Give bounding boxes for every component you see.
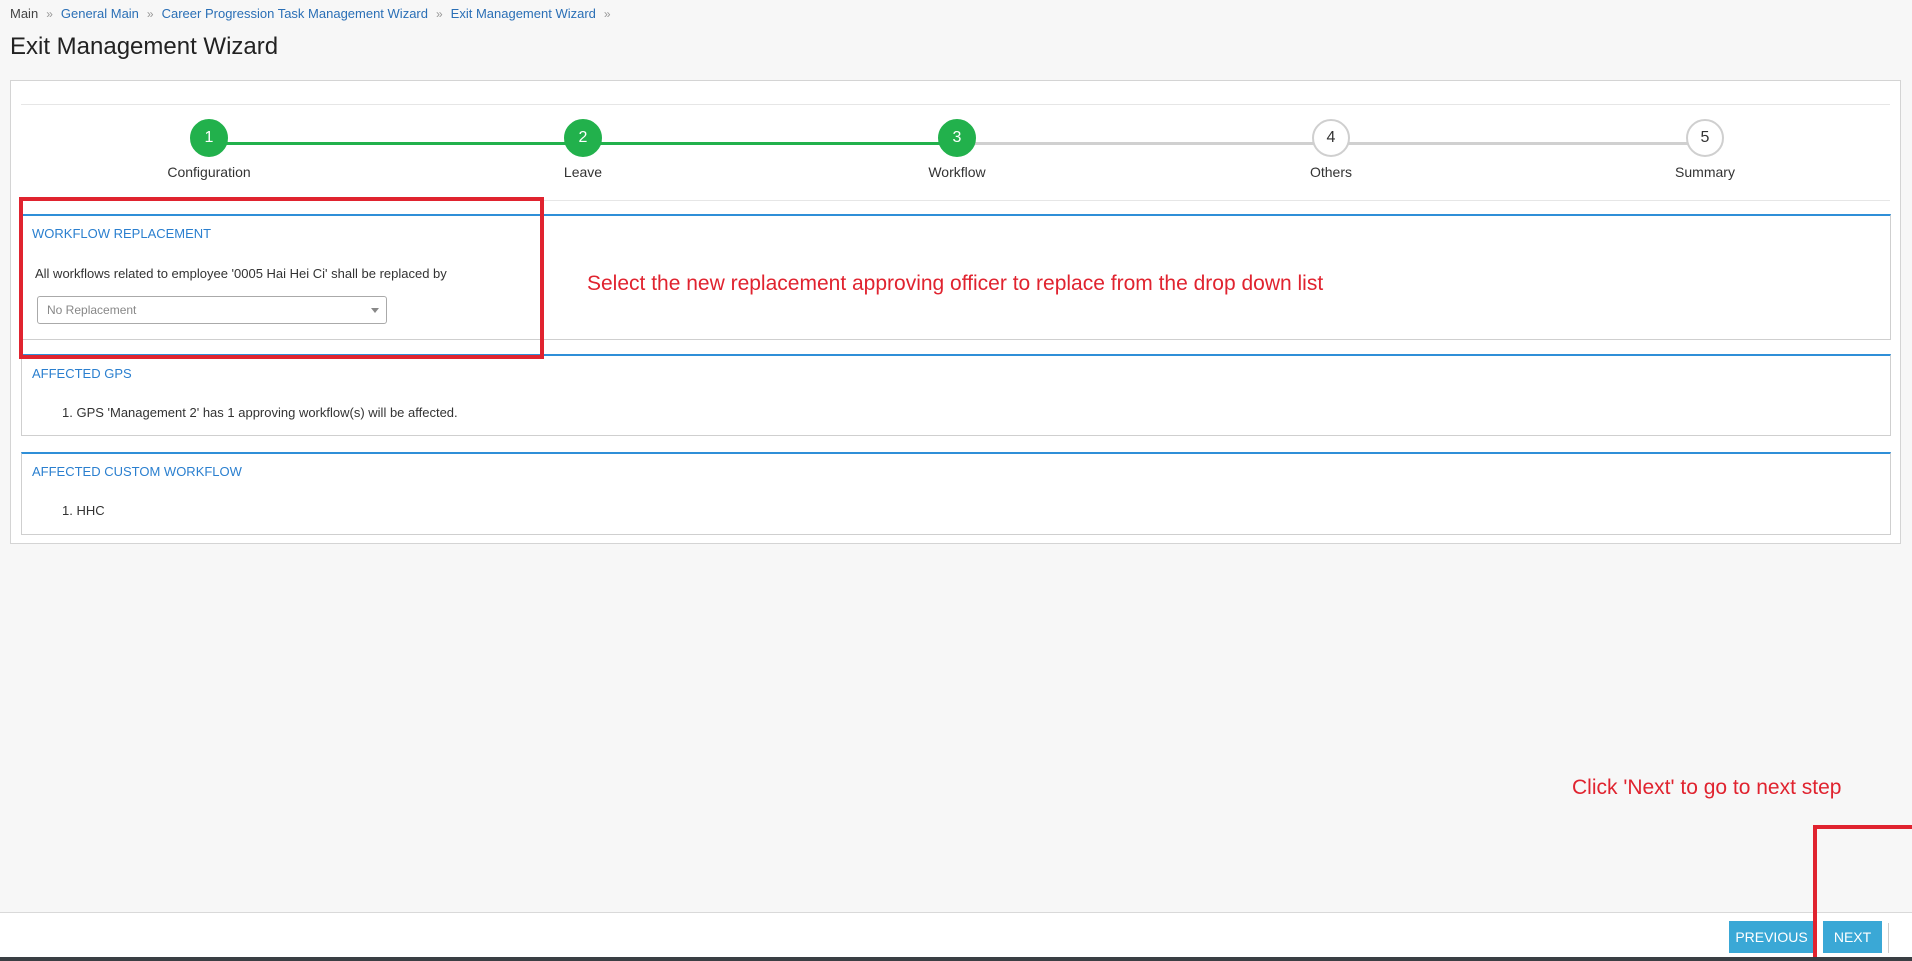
annotation-highlight-select: [19, 197, 544, 359]
breadcrumb-exit-management[interactable]: Exit Management Wizard: [451, 6, 596, 21]
affected-custom-workflow-section: AFFECTED CUSTOM WORKFLOW 1. HHC: [21, 452, 1891, 535]
annotation-select-hint: Select the new replacement approving off…: [587, 272, 1324, 295]
step-circle: 3: [938, 119, 976, 157]
list-item: 1. GPS 'Management 2' has 1 approving wo…: [62, 405, 458, 420]
step-label: Leave: [563, 164, 603, 180]
step-circle: 1: [190, 119, 228, 157]
step-label: Others: [1309, 164, 1352, 180]
section-title: AFFECTED CUSTOM WORKFLOW: [32, 464, 242, 479]
wizard-step-workflow[interactable]: 3 Workflow: [887, 119, 1027, 180]
previous-button[interactable]: PREVIOUS: [1729, 921, 1814, 953]
breadcrumb-separator: »: [146, 6, 154, 21]
breadcrumb-general-main[interactable]: General Main: [61, 6, 139, 21]
list-item: 1. HHC: [62, 503, 105, 518]
step-label: Configuration: [167, 164, 251, 180]
affected-gps-section: AFFECTED GPS 1. GPS 'Management 2' has 1…: [21, 354, 1891, 436]
wizard-footer: PREVIOUS NEXT: [0, 912, 1912, 961]
wizard-step-others[interactable]: 4 Others: [1261, 119, 1401, 180]
breadcrumb-main[interactable]: Main: [10, 6, 38, 21]
annotation-highlight-next: [1813, 825, 1912, 961]
step-label: Summary: [1675, 164, 1735, 180]
step-circle: 2: [564, 119, 602, 157]
wizard-step-leave[interactable]: 2 Leave: [513, 119, 653, 180]
breadcrumb-career-progression[interactable]: Career Progression Task Management Wizar…: [162, 6, 428, 21]
page-title: Exit Management Wizard: [10, 33, 279, 60]
wizard-step-configuration[interactable]: 1 Configuration: [139, 119, 279, 180]
breadcrumb-separator: »: [603, 6, 611, 21]
step-label: Workflow: [928, 164, 986, 180]
wizard-stepper: 1 Configuration 2 Leave 3 Workflow 4 Oth…: [21, 104, 1890, 201]
breadcrumb-separator: »: [435, 6, 443, 21]
section-title: AFFECTED GPS: [32, 366, 132, 381]
wizard-step-summary[interactable]: 5 Summary: [1635, 119, 1775, 180]
step-circle: 4: [1312, 119, 1350, 157]
step-circle: 5: [1686, 119, 1724, 157]
annotation-next-hint: Click 'Next' to go to next step: [1572, 776, 1842, 799]
window-bottom-bar: [0, 957, 1912, 961]
breadcrumb: Main » General Main » Career Progression…: [10, 6, 619, 21]
breadcrumb-separator: »: [46, 6, 53, 21]
